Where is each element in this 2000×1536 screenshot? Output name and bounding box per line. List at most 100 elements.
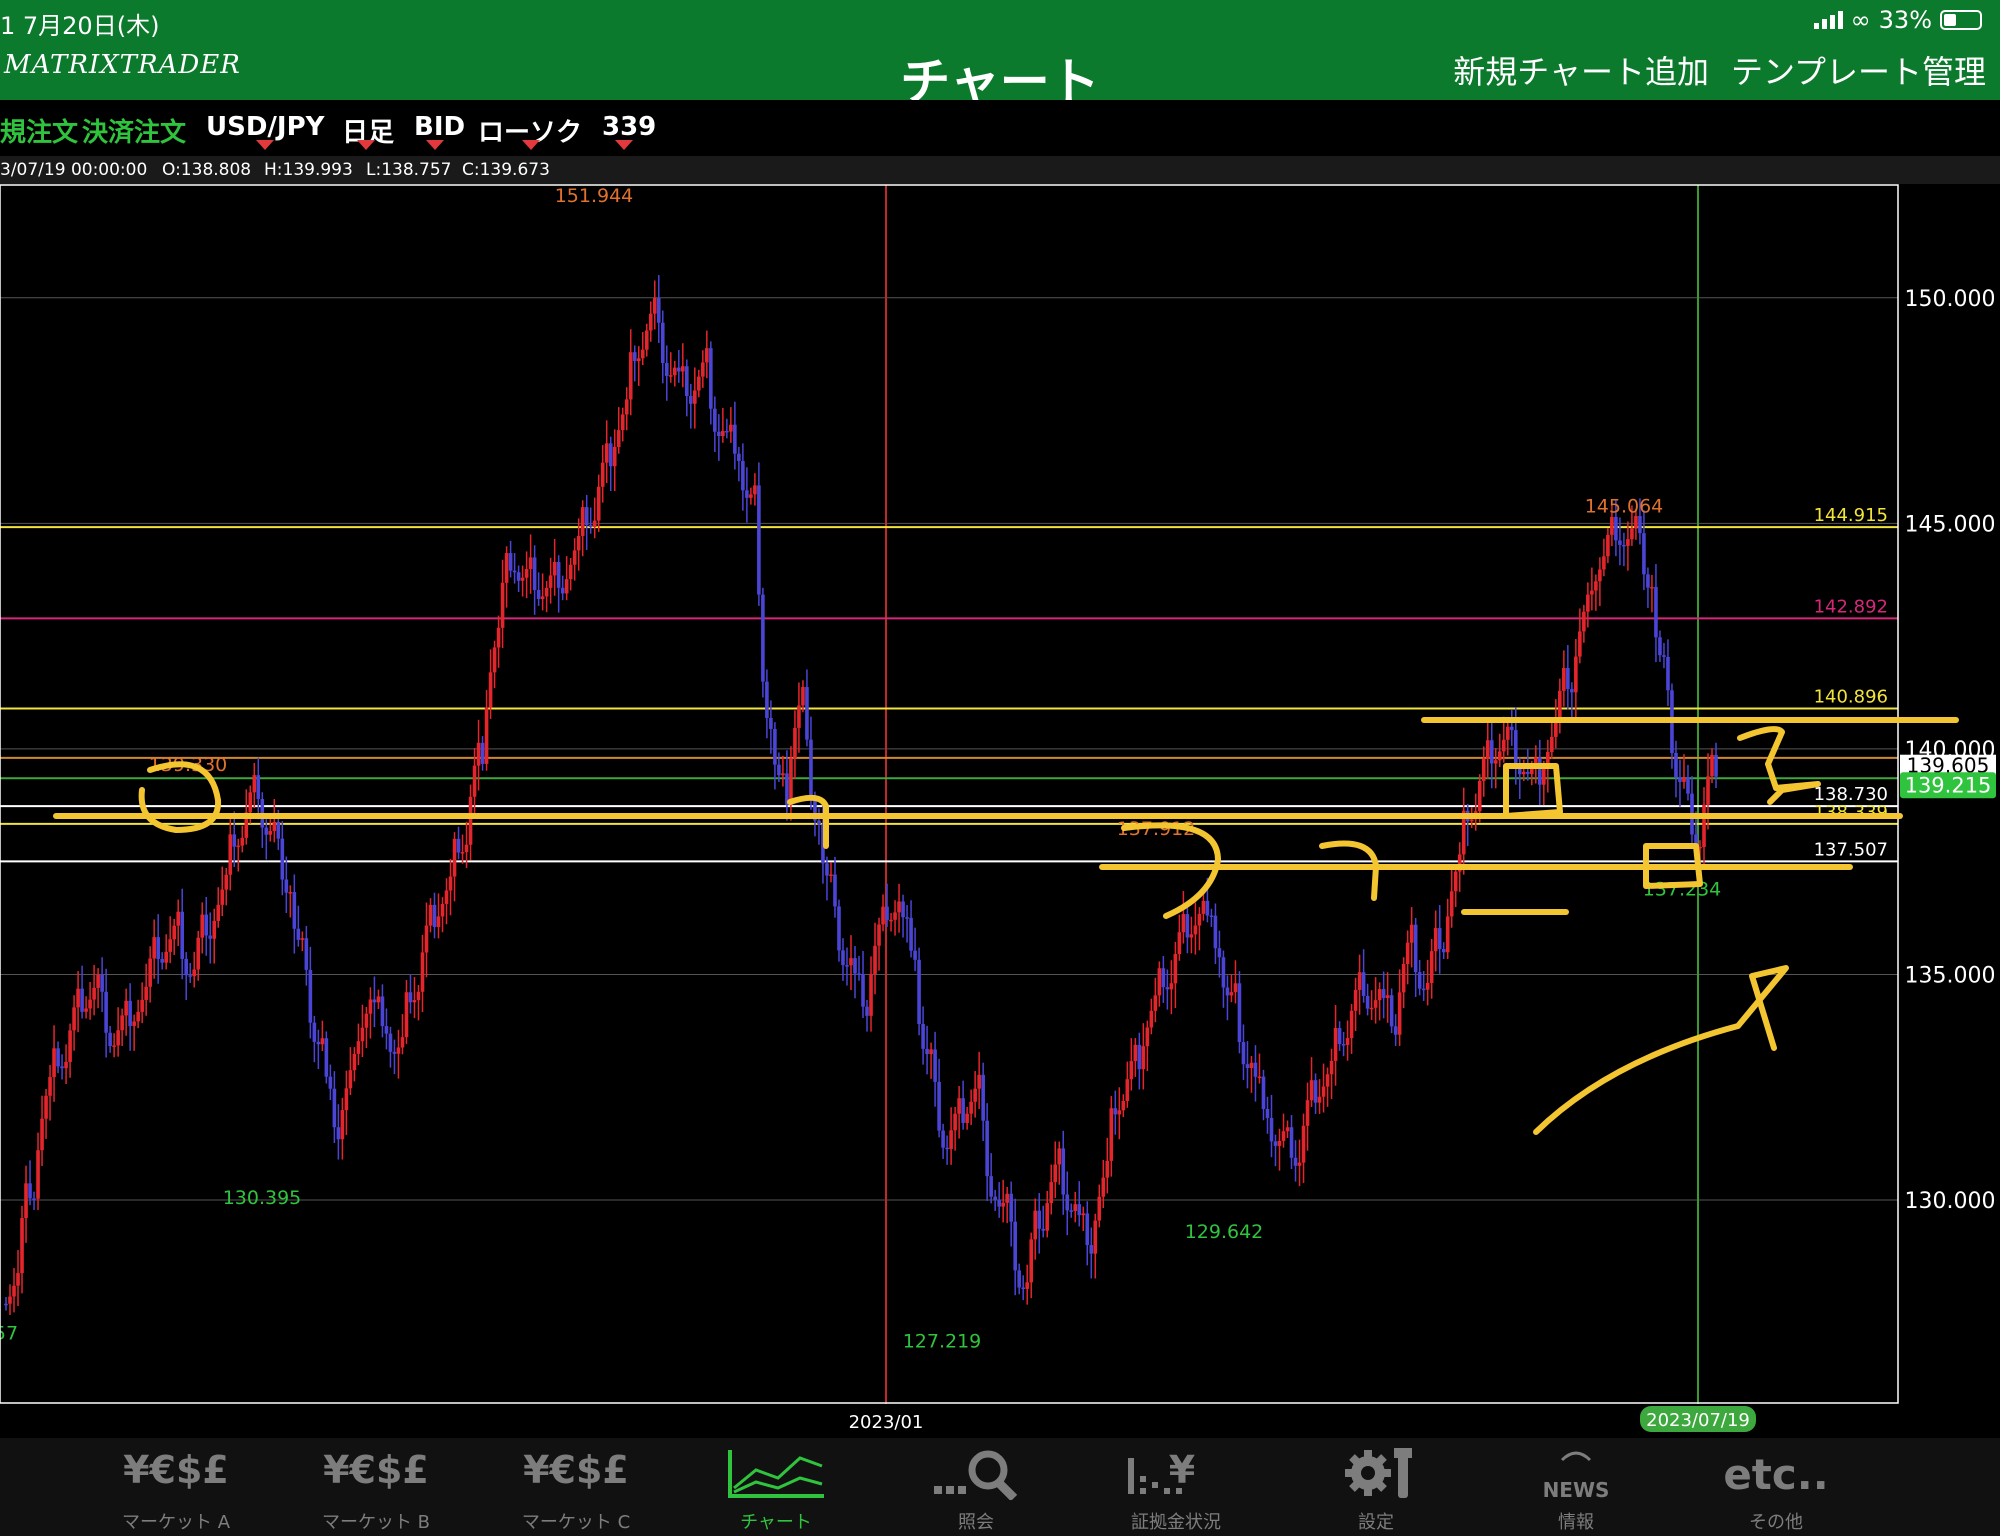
candle (112, 1045, 116, 1047)
candle (869, 973, 873, 1016)
ohlc-bar: 3/07/19 00:00:00 O:138.808 H:139.993 L:1… (0, 156, 2000, 184)
search-icon (934, 1450, 1018, 1500)
candle (488, 672, 493, 708)
horizontal-line-label: 142.892 (1814, 596, 1888, 617)
tab-inquiry[interactable]: 照会 (896, 1438, 1056, 1536)
candle (981, 1074, 985, 1121)
candle (837, 906, 841, 951)
candle (1662, 655, 1666, 657)
candle (624, 399, 629, 415)
candle (292, 892, 297, 929)
candlestick-chart[interactable]: 144.915142.892140.896138.730138.339137.5… (0, 184, 2000, 1438)
candle (929, 1049, 933, 1055)
candle (312, 1022, 317, 1042)
candle (636, 358, 641, 362)
candle (164, 951, 168, 963)
pair-selector[interactable]: USD/JPY (206, 112, 324, 142)
candle (1313, 1080, 1318, 1103)
add-chart-button[interactable]: 新規チャート追加 (1453, 47, 1709, 93)
candle (572, 550, 577, 565)
candle (873, 945, 877, 974)
candle (372, 999, 377, 1003)
candle (793, 727, 797, 759)
candle (1025, 1282, 1030, 1289)
candle (1570, 689, 1574, 693)
low-label: 130.395 (223, 1187, 302, 1209)
tab-chart[interactable]: チャート (696, 1438, 856, 1536)
status-bar: 1 7月20日(木) ∞ 33% (0, 0, 2000, 42)
y-tick-label: 150.000 (1905, 287, 1996, 312)
horizontal-line-label: 144.915 (1814, 505, 1888, 526)
candle (1053, 1164, 1058, 1183)
candle (913, 950, 917, 960)
candle (4, 1303, 8, 1306)
candle (1301, 1125, 1306, 1163)
candle (384, 1026, 389, 1034)
candle (92, 987, 96, 1000)
candle (632, 352, 637, 362)
candle (877, 924, 881, 946)
candle (556, 562, 561, 588)
candle (240, 837, 245, 846)
count-selector[interactable]: 339 (602, 112, 656, 142)
tab-market-b[interactable]: ¥€$£ マーケット B (296, 1438, 456, 1536)
candle (588, 525, 593, 527)
candle (188, 975, 193, 977)
candle (797, 705, 801, 728)
horizontal-line-label: 138.339 (1814, 802, 1888, 823)
candle (957, 1098, 961, 1114)
candle (1205, 900, 1210, 916)
side-selector[interactable]: BID (414, 112, 465, 142)
candle (1513, 730, 1518, 765)
candle (392, 1051, 397, 1054)
new-order-button[interactable]: 規注文 (0, 112, 78, 149)
tab-market-c[interactable]: ¥€$£ マーケット C (496, 1438, 656, 1536)
candle (456, 838, 461, 853)
candle (424, 925, 429, 953)
candle (1173, 954, 1178, 984)
candle (1429, 951, 1434, 983)
candle (1213, 915, 1218, 949)
candle (448, 876, 453, 891)
candle (1678, 777, 1682, 782)
template-manage-button[interactable]: テンプレート管理 (1731, 47, 1986, 93)
y-tick-label: 130.000 (1905, 1189, 1996, 1214)
currency-icon: ¥€$£ (123, 1448, 229, 1492)
candle (1129, 1061, 1134, 1080)
tab-other[interactable]: etc.. その他 (1696, 1438, 1856, 1536)
candle (741, 461, 745, 491)
candle (729, 424, 733, 432)
candle (484, 707, 489, 764)
chart-toolbar: 規注文 決済注文 USD/JPY 日足 BID ローソク 339 (0, 100, 2000, 248)
close-order-button[interactable]: 決済注文 (82, 112, 186, 149)
candle (1501, 739, 1506, 752)
candle (504, 553, 509, 583)
candle (977, 1074, 981, 1089)
candle (1109, 1108, 1114, 1161)
candle (705, 348, 709, 363)
tab-news[interactable]: NEWS 情報 (1496, 1438, 1656, 1536)
candle (1361, 972, 1366, 996)
candle (268, 831, 273, 835)
tab-margin-status[interactable]: ¥ 証拠金状況 (1096, 1438, 1256, 1536)
candle (1289, 1127, 1294, 1158)
candle (308, 969, 313, 1023)
signal-icon (1813, 11, 1843, 29)
candle (356, 1041, 361, 1054)
chart-icon (728, 1450, 824, 1498)
candle (1305, 1100, 1310, 1126)
tab-market-a[interactable]: ¥€$£ マーケット A (96, 1438, 256, 1536)
candle (144, 986, 148, 1000)
candle (1209, 915, 1214, 918)
candle (1449, 891, 1454, 917)
candle (1393, 1026, 1398, 1035)
candle (180, 911, 185, 959)
candle (1369, 1007, 1374, 1010)
candle (1329, 1060, 1334, 1075)
candle (1029, 1239, 1034, 1283)
candle (721, 430, 725, 437)
candle (1321, 1086, 1326, 1097)
candle (464, 844, 469, 853)
candle (1582, 611, 1586, 632)
tab-settings[interactable]: 設定 (1296, 1438, 1456, 1536)
